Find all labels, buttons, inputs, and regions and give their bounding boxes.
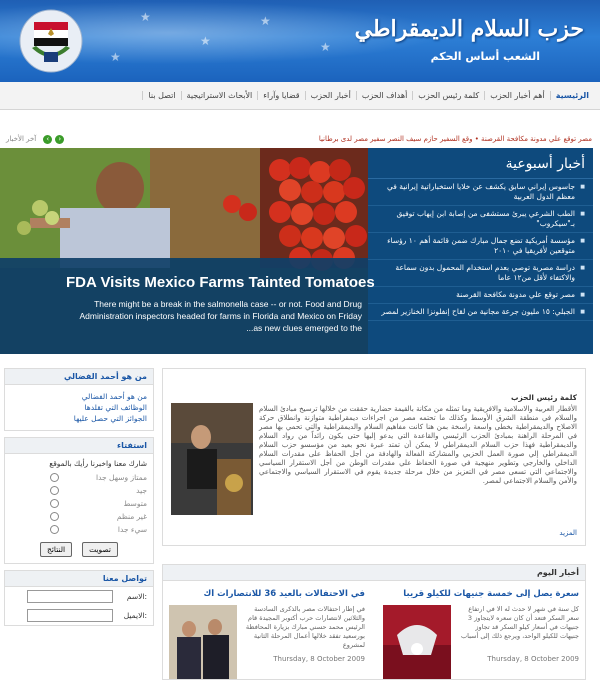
poll-box: استفتاء شارك معنا واخبرنا رأيك بالموقع م… bbox=[4, 437, 154, 564]
poll-option[interactable]: ممتاز وسهل جدا bbox=[5, 471, 153, 484]
contact-email-label: الايميل: bbox=[123, 611, 147, 620]
nav-item-party-goals[interactable]: أهداف الحزب bbox=[355, 91, 412, 100]
founder-link[interactable]: من هو أحمد الفضالي bbox=[11, 391, 147, 402]
poll-vote-button[interactable]: تصويت bbox=[82, 542, 119, 557]
news-summary: في إطار احتفالات مصر بالذكرى السادسة وال… bbox=[245, 605, 365, 649]
nav-item-research[interactable]: الأبحاث الاستراتيجية bbox=[180, 91, 258, 100]
today-news-title: أخبار اليوم bbox=[163, 565, 585, 581]
today-news-item: سعرة يصل إلى خمسة جنيهات للكيلو قريبا كل… bbox=[379, 589, 583, 680]
site-slogan: الشعب أساس الحكم bbox=[430, 50, 540, 63]
news-date: Thursday, 8 October 2009 bbox=[487, 655, 579, 663]
weekly-news-item[interactable]: دراسة مصرية توصي بعدم استخدام المحمول بد… bbox=[368, 260, 593, 287]
president-word-title: كلمة رئيس الحزب bbox=[510, 393, 577, 402]
radio-button[interactable] bbox=[50, 499, 59, 508]
weekly-news-list: جاسوس إيراني سابق يكشف عن خلايا استخبارا… bbox=[368, 179, 593, 321]
star-decoration: ★ bbox=[110, 50, 121, 64]
contact-box: تواصل معنا الاسم: الايميل: bbox=[4, 570, 154, 626]
poll-buttons: النتائج تصويت bbox=[5, 536, 153, 563]
poll-box-title: استفتاء bbox=[5, 438, 153, 454]
ticker-text[interactable]: مصر توقع علي مدونة مكافحة القرصنة • وقع … bbox=[64, 135, 600, 143]
nav-item-party-news[interactable]: أخبار الحزب bbox=[304, 91, 356, 100]
ticker-latest-label: آخر الأخبار bbox=[6, 135, 37, 143]
founder-links: من هو أحمد الفضالي الوظائف التي تقلدها ا… bbox=[5, 385, 153, 430]
star-decoration: ★ bbox=[140, 10, 151, 24]
news-thumbnail[interactable] bbox=[169, 605, 237, 680]
weekly-news-panel: أخبار أسبوعية جاسوس إيراني سابق يكشف عن … bbox=[368, 148, 593, 354]
poll-option-label: جيد bbox=[136, 486, 147, 495]
president-word-box: كلمة رئيس الحزب الأقطار العربية والاسلام… bbox=[162, 368, 586, 546]
news-date: Thursday, 8 October 2009 bbox=[273, 655, 365, 663]
weekly-news-title: أخبار أسبوعية bbox=[368, 148, 593, 179]
today-news-box: أخبار اليوم سعرة يصل إلى خمسة جنيهات للك… bbox=[162, 564, 586, 680]
contact-email-row: الايميل: bbox=[5, 606, 153, 625]
president-photo bbox=[171, 403, 253, 515]
star-decoration: ★ bbox=[320, 40, 331, 54]
news-headline[interactable]: في الاحتفالات بالعيد 36 للانتصارات أك bbox=[165, 589, 369, 599]
today-news-item: في الاحتفالات بالعيد 36 للانتصارات أك في… bbox=[165, 589, 369, 680]
ticker-controls: آخر الأخبار ‹ › bbox=[0, 134, 65, 144]
poll-option-label: ممتاز وسهل جدا bbox=[96, 473, 147, 482]
poll-option[interactable]: غير منظم bbox=[5, 510, 153, 523]
nav-item-issues[interactable]: قضايا وآراء bbox=[257, 91, 304, 100]
poll-option-label: متوسط bbox=[123, 499, 147, 508]
nav-item-president-word[interactable]: كلمة رئيس الحزب bbox=[412, 91, 484, 100]
radio-button[interactable] bbox=[50, 473, 59, 482]
poll-option-label: سيء جدا bbox=[117, 525, 147, 534]
poll-option[interactable]: جيد bbox=[5, 484, 153, 497]
weekly-news-item[interactable]: مؤسسة أمريكية تضع جمال مبارك ضمن قائمة أ… bbox=[368, 233, 593, 260]
radio-button[interactable] bbox=[50, 525, 59, 534]
contact-email-input[interactable] bbox=[27, 609, 113, 622]
poll-option[interactable]: سيء جدا bbox=[5, 523, 153, 536]
site-header: ★ ★ ★ ★ ★ حزب السلام الديمقراطي الشعب أس… bbox=[0, 0, 600, 82]
contact-name-label: الاسم: bbox=[126, 592, 147, 601]
poll-option[interactable]: متوسط bbox=[5, 497, 153, 510]
star-decoration: ★ bbox=[260, 14, 271, 28]
poll-option-label: غير منظم bbox=[116, 512, 147, 521]
founder-link[interactable]: الجوائز التي حصل عليها bbox=[11, 413, 147, 424]
news-thumbnail[interactable] bbox=[383, 605, 451, 680]
news-ticker: مصر توقع علي مدونة مكافحة القرصنة • وقع … bbox=[0, 132, 600, 146]
party-logo[interactable] bbox=[18, 8, 84, 74]
contact-name-row: الاسم: bbox=[5, 587, 153, 606]
weekly-news-item[interactable]: الجبلي: ١٥ مليون جرعة مجانية من لقاح إنف… bbox=[368, 304, 593, 321]
weekly-news-item[interactable]: الطب الشرعي يبرئ مستشفى من إصابة ابن إيه… bbox=[368, 206, 593, 233]
weekly-news-item[interactable]: جاسوس إيراني سابق يكشف عن خلايا استخبارا… bbox=[368, 179, 593, 206]
hero-headline[interactable]: FDA Visits Mexico Farms Tainted Tomatoes bbox=[66, 274, 375, 291]
weekly-news-item[interactable]: مصر توقع علي مدونة مكافحة القرصنة bbox=[368, 287, 593, 304]
sidebar: من هو أحمد الفضالي من هو أحمد الفضالي ال… bbox=[4, 368, 154, 680]
site-title: حزب السلام الديمقراطي bbox=[354, 16, 584, 42]
radio-button[interactable] bbox=[50, 486, 59, 495]
nav-item-home[interactable]: الرئيسية bbox=[549, 91, 594, 100]
ticker-next-button[interactable]: › bbox=[55, 134, 65, 144]
main-nav: الرئيسية أهم أخبار الحزب كلمة رئيس الحزب… bbox=[0, 82, 600, 110]
president-word-text: الأقطار العربية والاسلامية والافريقية وم… bbox=[259, 405, 577, 485]
ticker-prev-button[interactable]: ‹ bbox=[43, 134, 53, 144]
poll-results-button[interactable]: النتائج bbox=[39, 542, 73, 557]
founder-box: من هو أحمد الفضالي من هو أحمد الفضالي ال… bbox=[4, 368, 154, 431]
news-summary: كل سنة في شهر لا حدث له الا في ارتفاع سع… bbox=[461, 605, 579, 640]
radio-button[interactable] bbox=[50, 512, 59, 521]
contact-name-input[interactable] bbox=[27, 590, 113, 603]
news-headline[interactable]: سعرة يصل إلى خمسة جنيهات للكيلو قريبا bbox=[379, 589, 583, 599]
founder-box-title: من هو أحمد الفضالي bbox=[5, 369, 153, 385]
nav-item-top-news[interactable]: أهم أخبار الحزب bbox=[484, 91, 550, 100]
star-decoration: ★ bbox=[200, 34, 211, 48]
founder-link[interactable]: الوظائف التي تقلدها bbox=[11, 402, 147, 413]
poll-question: شارك معنا واخبرنا رأيك بالموقع bbox=[49, 459, 147, 468]
president-more-link[interactable]: المزيد bbox=[559, 529, 577, 537]
contact-box-title: تواصل معنا bbox=[5, 571, 153, 587]
hero-summary: There might be a break in the salmonella… bbox=[79, 299, 362, 333]
nav-item-contact[interactable]: اتصل بنا bbox=[142, 91, 180, 100]
